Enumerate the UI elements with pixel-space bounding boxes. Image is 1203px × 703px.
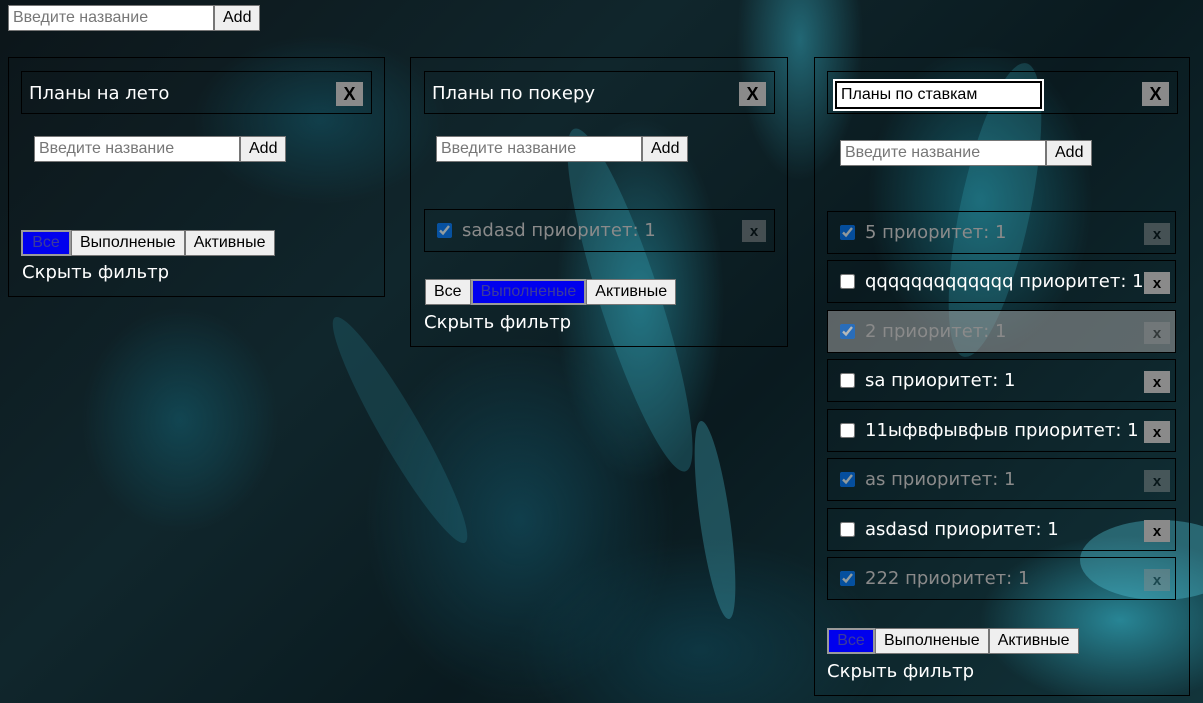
- task-label: as приоритет: 1: [865, 469, 1016, 490]
- delete-task-button[interactable]: x: [1144, 371, 1170, 393]
- delete-task-button[interactable]: x: [1144, 322, 1170, 344]
- task-checkbox[interactable]: [840, 274, 855, 289]
- task-item: 2 приоритет: 1 x: [827, 310, 1176, 353]
- add-task-form: Add: [34, 136, 287, 162]
- add-task-button[interactable]: Add: [642, 136, 689, 162]
- task-item: qqqqqqqqqqqqq приоритет: 1 x: [827, 260, 1176, 303]
- task-label: 222 приоритет: 1: [865, 568, 1030, 589]
- delete-task-button[interactable]: x: [1144, 421, 1170, 443]
- filter-active-button[interactable]: Активные: [586, 279, 677, 305]
- new-list-form: Add: [8, 5, 261, 31]
- filter-all-button[interactable]: Все: [425, 279, 471, 305]
- delete-task-button[interactable]: x: [1144, 223, 1170, 245]
- add-task-button[interactable]: Add: [240, 136, 287, 162]
- todo-list-card: Планы на лето X Add Все Выполненые Актив…: [8, 57, 385, 297]
- task-label: 11ыфвфывфыв приоритет: 1: [865, 420, 1139, 441]
- add-task-form: Add: [840, 140, 1093, 166]
- card-header: Планы по покеру X: [424, 71, 775, 114]
- task-checkbox[interactable]: [840, 324, 855, 339]
- filter-active-button[interactable]: Активные: [988, 628, 1079, 654]
- delete-list-button[interactable]: X: [336, 82, 363, 106]
- filter-all-button[interactable]: Все: [21, 230, 71, 256]
- list-title[interactable]: Планы по покеру: [432, 83, 595, 104]
- filter-all-button[interactable]: Все: [827, 628, 875, 654]
- delete-list-button[interactable]: X: [1142, 82, 1169, 106]
- task-item: as приоритет: 1 x: [827, 458, 1176, 501]
- task-checkbox[interactable]: [840, 225, 855, 240]
- delete-task-button[interactable]: x: [1144, 470, 1170, 492]
- card-header: Планы на лето X: [21, 71, 372, 114]
- task-checkbox[interactable]: [840, 373, 855, 388]
- task-name-input[interactable]: [34, 136, 240, 162]
- list-title[interactable]: Планы на лето: [29, 83, 169, 104]
- list-title-edit-input[interactable]: [833, 79, 1044, 111]
- delete-task-button[interactable]: x: [1144, 569, 1170, 591]
- card-header: X: [827, 71, 1178, 114]
- task-checkbox[interactable]: [437, 223, 452, 238]
- task-checkbox[interactable]: [840, 472, 855, 487]
- filter-done-button[interactable]: Выполненые: [71, 230, 185, 256]
- task-label: 5 приоритет: 1: [865, 222, 1007, 243]
- task-item: asdasd приоритет: 1 x: [827, 508, 1176, 551]
- delete-task-button[interactable]: x: [1144, 520, 1170, 542]
- task-item: sadasd приоритет: 1 x: [424, 209, 775, 252]
- task-label: 2 приоритет: 1: [865, 321, 1007, 342]
- task-item: 11ыфвфывфыв приоритет: 1 x: [827, 409, 1176, 452]
- hide-filter-link[interactable]: Скрыть фильтр: [22, 262, 169, 283]
- task-label: sadasd приоритет: 1: [462, 220, 656, 241]
- add-task-button[interactable]: Add: [1046, 140, 1093, 166]
- delete-task-button[interactable]: x: [742, 220, 766, 242]
- filter-bar: Все Выполненые Активные: [827, 628, 1079, 654]
- filter-done-button[interactable]: Выполненые: [470, 279, 587, 305]
- task-label: qqqqqqqqqqqqq приоритет: 1: [865, 271, 1144, 292]
- task-item: sa приоритет: 1 x: [827, 359, 1176, 402]
- delete-list-button[interactable]: X: [739, 82, 766, 106]
- task-label: asdasd приоритет: 1: [865, 519, 1059, 540]
- filter-bar: Все Выполненые Активные: [425, 279, 677, 305]
- filter-active-button[interactable]: Активные: [184, 230, 275, 256]
- todo-list-card: Планы по покеру X Add sadasd приоритет: …: [410, 57, 788, 347]
- task-label: sa приоритет: 1: [865, 370, 1016, 391]
- task-name-input[interactable]: [436, 136, 642, 162]
- task-name-input[interactable]: [840, 140, 1046, 166]
- filter-done-button[interactable]: Выполненые: [875, 628, 989, 654]
- add-task-form: Add: [436, 136, 689, 162]
- hide-filter-link[interactable]: Скрыть фильтр: [424, 312, 571, 333]
- new-list-input[interactable]: [8, 5, 214, 31]
- task-checkbox[interactable]: [840, 571, 855, 586]
- todo-list-card: X Add 5 приоритет: 1 x qqqqqqqqqqqqq при…: [814, 57, 1190, 696]
- task-checkbox[interactable]: [840, 522, 855, 537]
- task-item: 222 приоритет: 1 x: [827, 557, 1176, 600]
- hide-filter-link[interactable]: Скрыть фильтр: [827, 661, 974, 682]
- delete-task-button[interactable]: x: [1144, 272, 1170, 294]
- task-checkbox[interactable]: [840, 423, 855, 438]
- task-item: 5 приоритет: 1 x: [827, 211, 1176, 254]
- add-list-button[interactable]: Add: [214, 5, 261, 31]
- filter-bar: Все Выполненые Активные: [21, 230, 275, 256]
